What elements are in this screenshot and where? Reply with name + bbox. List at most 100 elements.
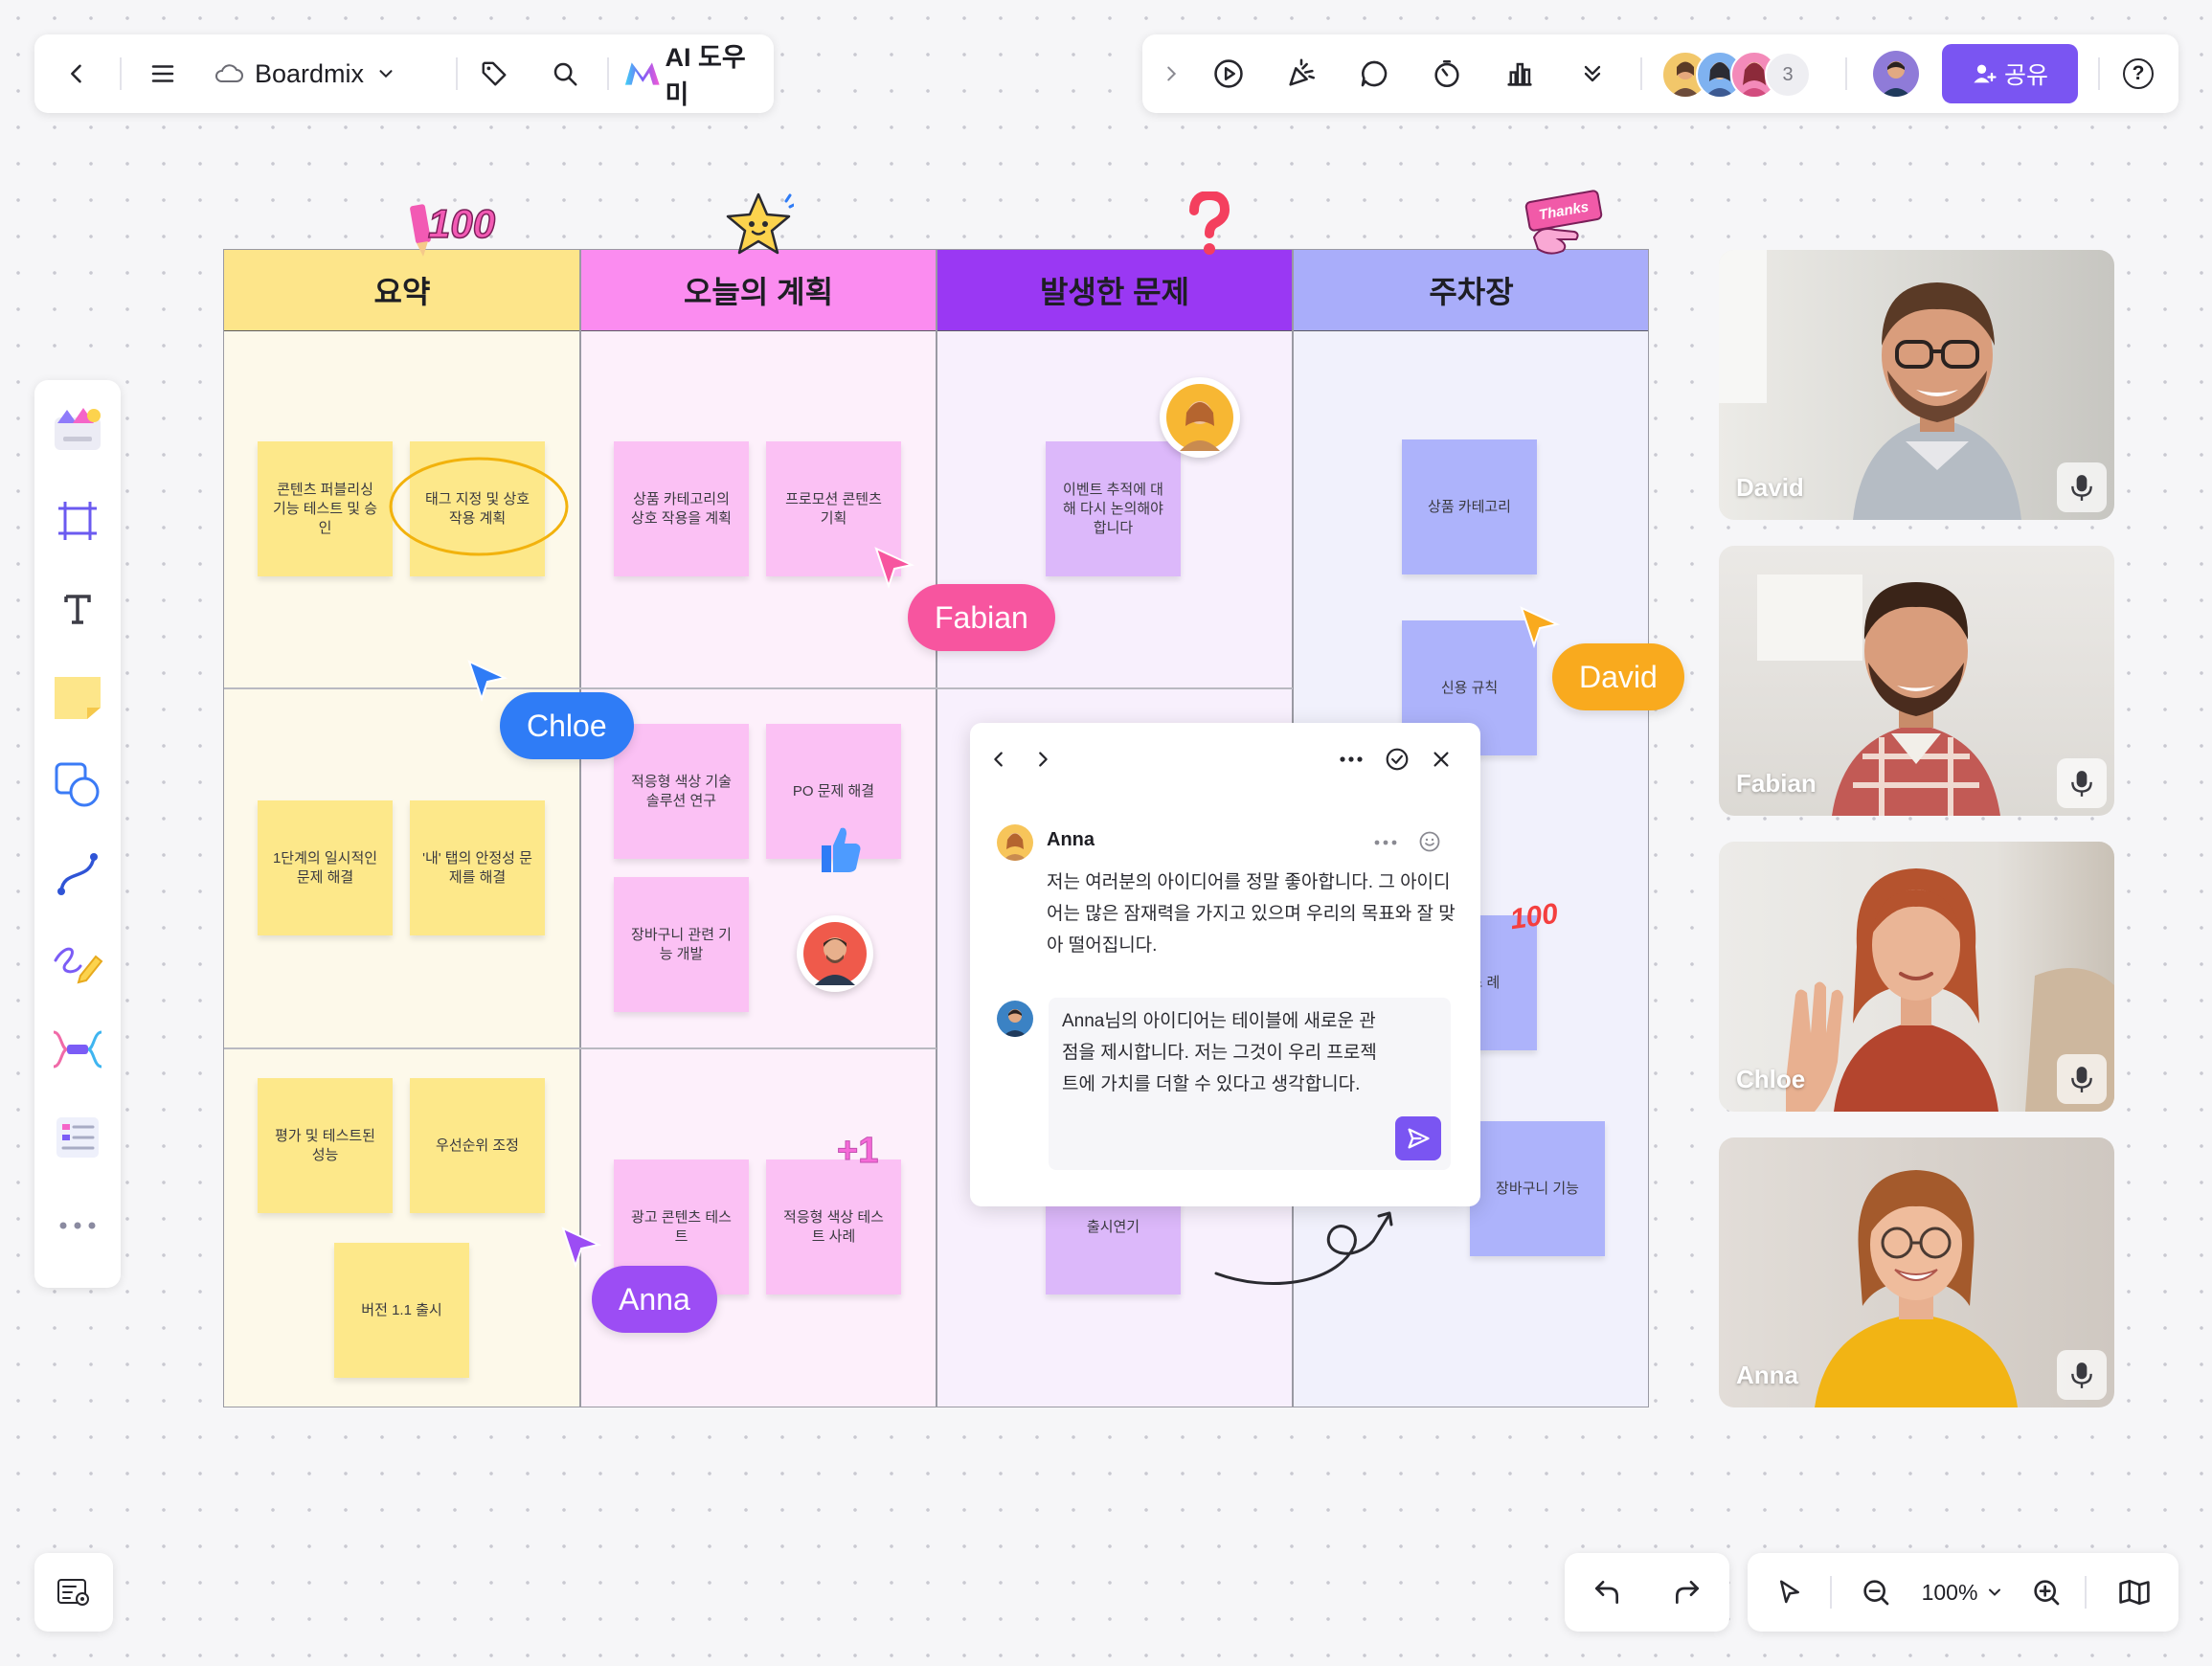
reply-text: Anna님의 아이디어는 테이블에 새로운 관점을 제시합니다. 저는 그것이 …	[1062, 1011, 1377, 1094]
tag-button[interactable]	[471, 51, 517, 97]
ai-assistant-button[interactable]: AI 도우미	[622, 43, 766, 109]
collaborator-avatars[interactable]: 3	[1661, 51, 1853, 99]
hundred-pencil-sticker: 100	[407, 200, 496, 260]
comment-more-button[interactable]	[1334, 742, 1368, 777]
hundred-sticker: 100	[1507, 897, 1561, 936]
more-tools-toggle[interactable]	[48, 1196, 107, 1255]
toolbar-divider	[2098, 57, 2100, 90]
share-button[interactable]: 공유	[1942, 44, 2078, 103]
mute-toggle[interactable]	[2057, 1054, 2107, 1104]
sticky-note[interactable]: 장바구니 기능	[1470, 1121, 1605, 1256]
sticky-note-tool[interactable]	[48, 667, 107, 727]
emoji-icon	[1419, 831, 1440, 852]
text-icon	[59, 591, 96, 627]
current-user-avatar[interactable]	[1873, 51, 1919, 97]
sticky-note[interactable]: 우선순위 조정	[410, 1078, 545, 1213]
sticky-note[interactable]: 적응형 색상 테스트 사례	[766, 1159, 901, 1295]
zoom-out-icon	[1863, 1580, 1889, 1606]
mute-toggle[interactable]	[2057, 1350, 2107, 1400]
participant-name: Chloe	[1736, 1065, 1806, 1093]
celebrate-button[interactable]	[1278, 51, 1324, 97]
view-controls: 100%	[1748, 1553, 2178, 1632]
sticky-note[interactable]: 장바구니 관련 기능 개발	[614, 877, 749, 1012]
pen-tool[interactable]	[48, 932, 107, 991]
connector-tool[interactable]	[48, 844, 107, 903]
timer-icon	[1434, 59, 1459, 88]
sticky-note[interactable]: 평가 및 테스트된 성능	[258, 1078, 393, 1213]
table-tool[interactable]	[48, 1108, 107, 1167]
select-tool-button[interactable]	[1767, 1569, 1813, 1615]
send-icon	[1408, 1128, 1430, 1149]
video-tile-chloe[interactable]: Chloe	[1719, 842, 2114, 1112]
column-header[interactable]: 오늘의 계획	[580, 250, 937, 331]
frame-tool[interactable]	[48, 491, 107, 551]
next-comment-button[interactable]	[1026, 742, 1060, 777]
mute-toggle[interactable]	[2057, 758, 2107, 808]
template-tool[interactable]	[48, 399, 107, 459]
back-button[interactable]	[54, 51, 100, 97]
redo-button[interactable]	[1664, 1569, 1710, 1615]
pen-icon	[54, 947, 103, 984]
search-button[interactable]	[542, 51, 588, 97]
sticky-note[interactable]: 버전 1.1 출시	[334, 1243, 469, 1378]
collaborator-count: 3	[1782, 63, 1794, 85]
cursor-label-fabian: Fabian	[908, 584, 1055, 651]
message-more-button[interactable]	[1370, 828, 1401, 857]
microphone-icon	[2071, 1362, 2092, 1388]
zoom-in-icon	[2034, 1580, 2060, 1606]
zoom-out-button[interactable]	[1853, 1569, 1899, 1615]
comment-author: Anna	[1047, 829, 1095, 850]
text-tool[interactable]	[48, 579, 107, 639]
send-reply-button[interactable]	[1395, 1116, 1441, 1160]
comment-panel: Anna 저는 여러분의 아이디어를 정말 좋아합니다. 그 아이디어는 많은 …	[970, 723, 1480, 1206]
list-table-icon	[56, 1117, 99, 1158]
board-settings-icon	[57, 1579, 89, 1606]
add-user-icon	[1974, 64, 1997, 83]
minimap-button[interactable]	[2111, 1569, 2157, 1615]
column-header[interactable]: 발생한 문제	[937, 250, 1293, 331]
shape-tool[interactable]	[48, 755, 107, 815]
help-button[interactable]: ?	[2115, 51, 2161, 97]
column-header[interactable]: 주차장	[1293, 250, 1648, 331]
sticky-note[interactable]: 상품 카테고리의 상호 작용을 계획	[614, 441, 749, 576]
row-divider	[224, 1047, 937, 1049]
more-tools-button[interactable]	[1569, 51, 1615, 97]
column-header[interactable]: 요약	[224, 250, 580, 331]
sticky-note[interactable]: 콘텐츠 퍼블리싱 기능 테스트 및 승인	[258, 441, 393, 576]
sticky-note[interactable]: 1단계의 일시적인 문제 해결	[258, 800, 393, 935]
board-settings-button[interactable]	[51, 1569, 97, 1615]
zoom-level-dropdown[interactable]: 100%	[1910, 1569, 2016, 1615]
mindmap-tool[interactable]	[48, 1020, 107, 1079]
undo-button[interactable]	[1584, 1569, 1630, 1615]
video-tile-fabian[interactable]: Fabian	[1719, 546, 2114, 816]
sticky-note[interactable]: 이벤트 추적에 대해 다시 논의해야 합니다	[1046, 441, 1181, 576]
resolve-comment-button[interactable]	[1380, 742, 1414, 777]
sticky-note[interactable]: '내' 탭의 안정성 문제를 해결	[410, 800, 545, 935]
curved-arrow-drawing	[1214, 1211, 1393, 1286]
workspace-dropdown[interactable]: Boardmix	[213, 51, 442, 97]
reply-input[interactable]: Anna님의 아이디어는 테이블에 새로운 관점을 제시합니다. 저는 그것이 …	[1049, 998, 1451, 1170]
timer-button[interactable]	[1424, 51, 1470, 97]
comment-icon	[1361, 60, 1388, 87]
present-button[interactable]	[1206, 51, 1252, 97]
video-tile-anna[interactable]: Anna	[1719, 1137, 2114, 1407]
expand-button[interactable]	[1154, 51, 1188, 97]
chevron-right-icon	[1039, 752, 1048, 767]
sticky-note[interactable]: 상품 카테고리	[1402, 439, 1537, 574]
sticky-note[interactable]: 적응형 색상 기술 솔루션 연구	[614, 724, 749, 859]
close-comment-button[interactable]	[1424, 742, 1458, 777]
thumbs-up-icon	[822, 827, 861, 872]
comment-button[interactable]	[1351, 51, 1397, 97]
shapes-icon	[55, 762, 100, 807]
menu-button[interactable]	[140, 51, 186, 97]
video-tile-david[interactable]: David	[1719, 250, 2114, 520]
avatar	[997, 824, 1033, 861]
mute-toggle[interactable]	[2057, 462, 2107, 512]
avatar	[1160, 377, 1240, 458]
add-reaction-button[interactable]	[1414, 826, 1445, 857]
vote-button[interactable]	[1497, 51, 1543, 97]
zoom-in-button[interactable]	[2023, 1569, 2069, 1615]
sticky-note-icon	[55, 677, 101, 719]
prev-comment-button[interactable]	[982, 742, 1016, 777]
toolbar-divider	[120, 57, 122, 90]
